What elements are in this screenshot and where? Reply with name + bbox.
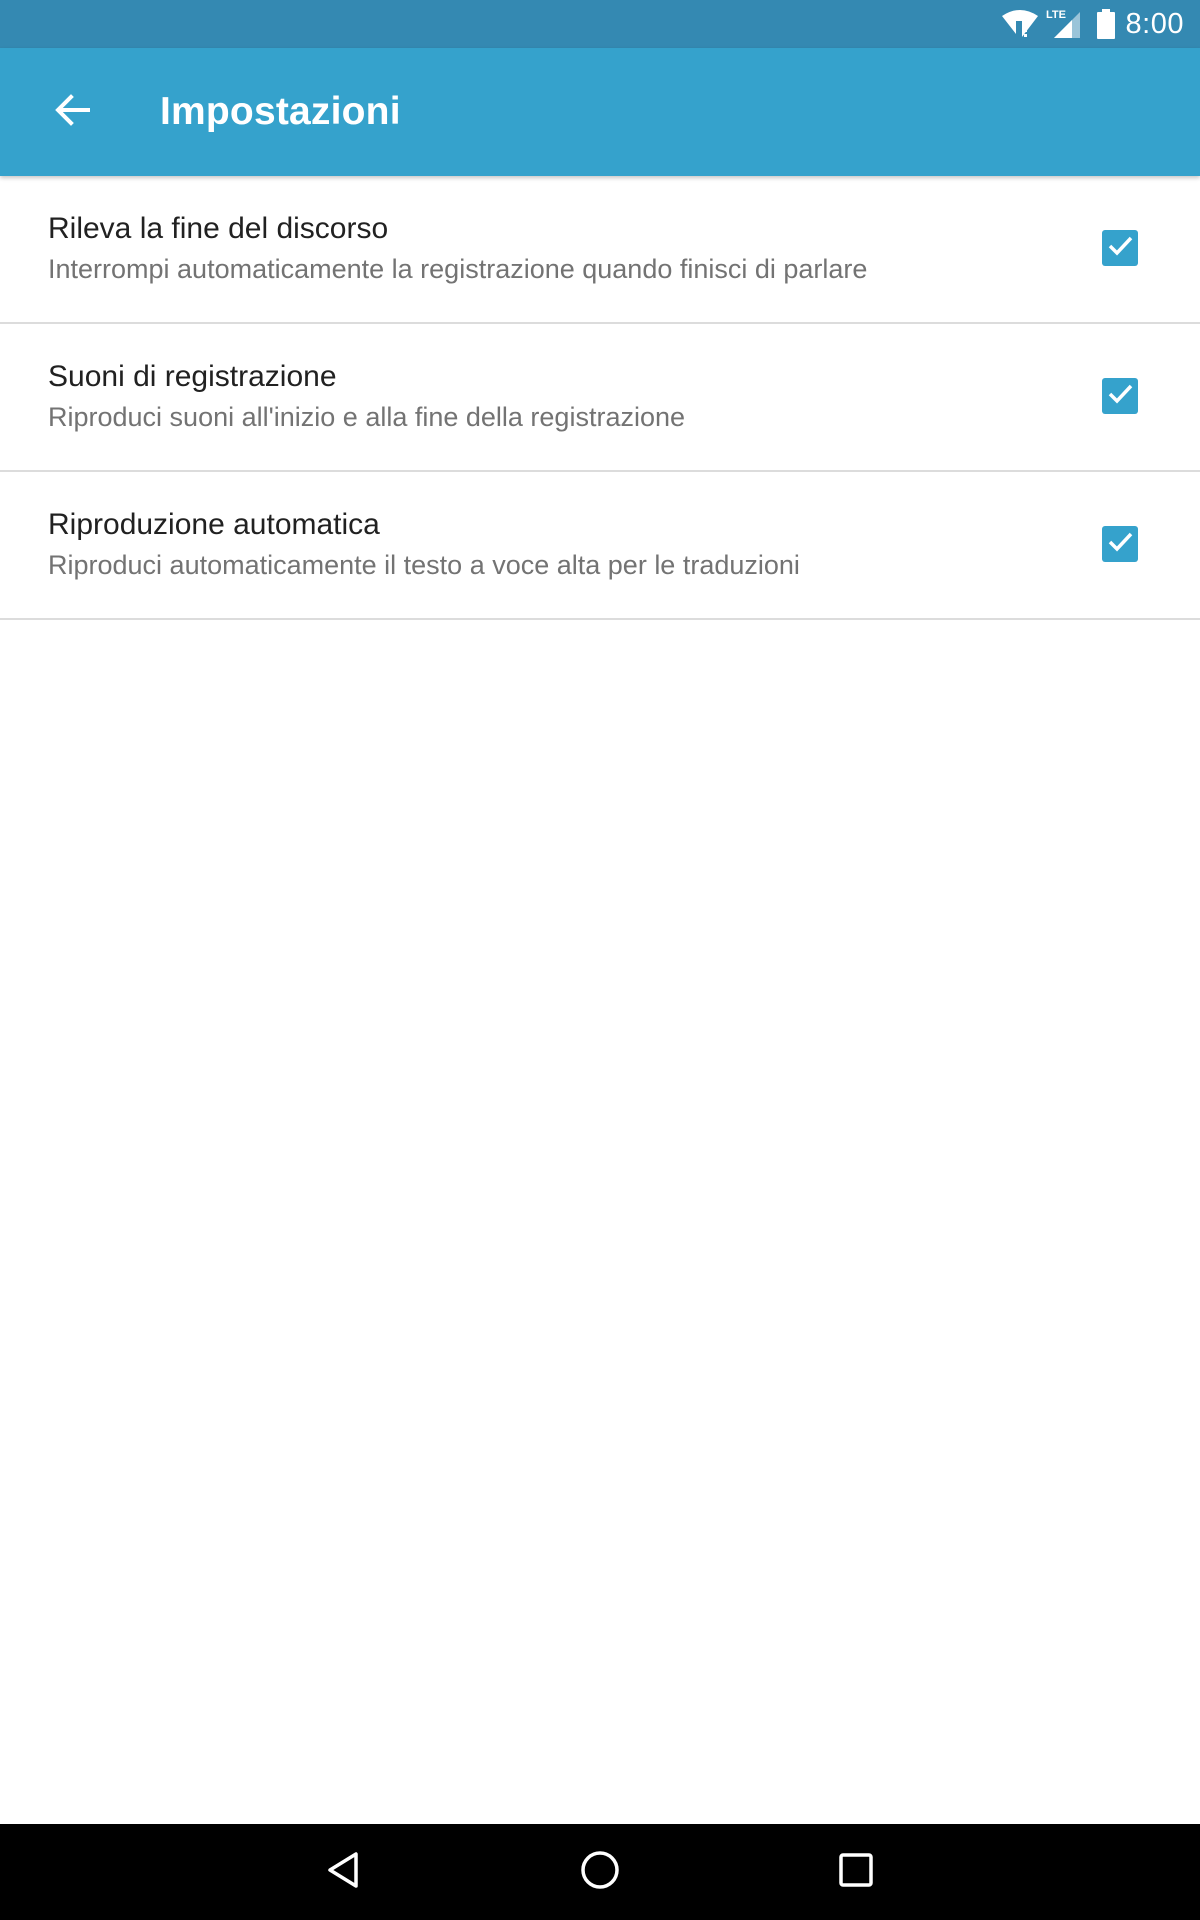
settings-screen: LTE 8:00 Impostazioni Rileva la fine del…	[0, 0, 1200, 1920]
setting-title: Rileva la fine del discorso	[48, 212, 389, 245]
status-icons: LTE 8:00	[1001, 0, 1184, 48]
checkmark-icon	[1105, 527, 1135, 562]
back-button[interactable]	[40, 80, 104, 144]
setting-recording-sounds[interactable]: Suoni di registrazione Riproduci suoni a…	[0, 324, 1200, 472]
nav-home-button[interactable]	[540, 1824, 660, 1920]
checkmark-icon	[1105, 379, 1135, 414]
status-bar: LTE 8:00	[0, 0, 1200, 48]
settings-list: Rileva la fine del discorso Interrompi a…	[0, 176, 1200, 620]
setting-autoplay[interactable]: Riproduzione automatica Riproduci automa…	[0, 472, 1200, 620]
app-bar: Impostazioni	[0, 48, 1200, 176]
setting-summary: Interrompi automaticamente la registrazi…	[48, 254, 868, 284]
recording-sounds-checkbox[interactable]	[1102, 378, 1138, 414]
status-clock: 8:00	[1125, 7, 1184, 40]
navigation-bar	[0, 1824, 1200, 1920]
wifi-icon	[1001, 9, 1038, 39]
nav-back-button[interactable]	[284, 1824, 404, 1920]
battery-icon	[1096, 9, 1116, 39]
cellular-signal-icon: LTE	[1046, 8, 1082, 40]
arrow-back-icon	[54, 92, 90, 133]
network-type-label: LTE	[1046, 9, 1066, 21]
nav-back-icon	[324, 1850, 364, 1895]
setting-summary: Riproduci suoni all'inizio e alla fine d…	[48, 402, 686, 432]
autoplay-checkbox[interactable]	[1102, 526, 1138, 562]
setting-summary: Riproduci automaticamente il testo a voc…	[48, 550, 800, 580]
end-of-speech-checkbox[interactable]	[1102, 230, 1138, 266]
page-title: Impostazioni	[160, 90, 401, 133]
nav-home-icon	[579, 1849, 621, 1896]
setting-end-of-speech[interactable]: Rileva la fine del discorso Interrompi a…	[0, 176, 1200, 324]
checkmark-icon	[1105, 231, 1135, 266]
setting-title: Suoni di registrazione	[48, 360, 337, 393]
nav-recents-button[interactable]	[796, 1824, 916, 1920]
nav-recents-icon	[836, 1850, 876, 1895]
setting-title: Riproduzione automatica	[48, 508, 380, 541]
